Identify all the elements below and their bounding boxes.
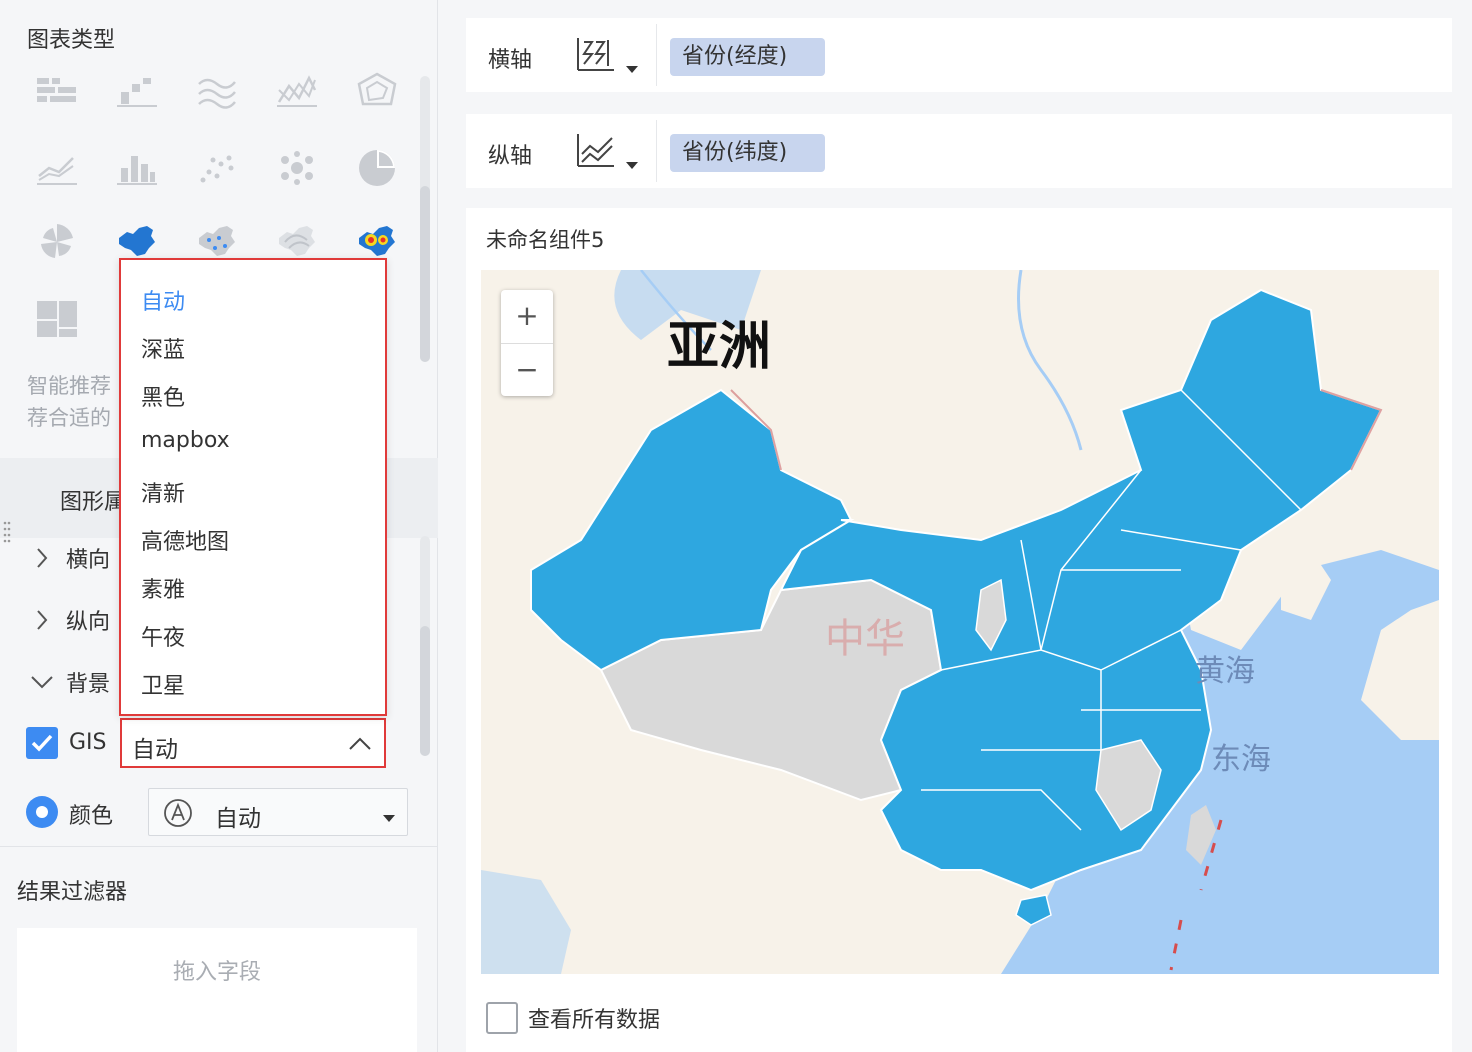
dropdown-option-auto[interactable]: 自动 xyxy=(141,284,185,316)
map-label-east-sea: 东海 xyxy=(1211,742,1271,777)
map-canvas xyxy=(481,270,1439,974)
chart-type-title: 图表类型 xyxy=(27,28,116,53)
color-label: 颜色 xyxy=(69,804,114,829)
column-chart-icon[interactable] xyxy=(115,146,159,190)
tab-graphic-properties[interactable]: 图形属 xyxy=(60,484,126,516)
accordion-background-label: 背景 xyxy=(66,672,111,697)
result-filter-title: 结果过滤器 xyxy=(17,880,128,905)
zoom-in-button[interactable]: + xyxy=(501,290,553,342)
gis-style-select[interactable]: 自动 xyxy=(120,718,386,768)
gis-checkbox[interactable] xyxy=(26,727,58,759)
map-label-yellow-sea: 黄海 xyxy=(1195,654,1255,689)
map-label-china: 中华 xyxy=(825,616,905,662)
accordion-horizontal[interactable]: 横向 xyxy=(26,538,110,578)
dropdown-option-black[interactable]: 黑色 xyxy=(141,380,185,412)
component-title: 未命名组件5 xyxy=(486,228,605,252)
accordion-vertical-label: 纵向 xyxy=(66,610,111,635)
color-radio[interactable] xyxy=(26,796,58,828)
multi-column-bar-icon[interactable] xyxy=(35,70,79,114)
dropdown-option-midnight[interactable]: 午夜 xyxy=(141,620,185,652)
line-chart-icon[interactable] xyxy=(35,146,79,190)
smart-recommend-hint: 智能推荐 xyxy=(27,374,111,398)
chart-type-scrollbar-thumb[interactable] xyxy=(420,186,430,362)
gis-style-value: 自动 xyxy=(132,737,178,763)
accordion-background[interactable]: 背景 xyxy=(26,662,110,702)
dropdown-option-deep-blue[interactable]: 深蓝 xyxy=(141,332,185,364)
accordion-horizontal-label: 横向 xyxy=(66,548,111,573)
view-all-checkbox[interactable] xyxy=(486,1002,518,1034)
map-zoom-control: + − xyxy=(501,290,553,396)
x-axis-type-icon[interactable] xyxy=(574,34,616,76)
chevron-right-icon xyxy=(37,610,48,630)
x-axis-row: 横轴 省份(经度) xyxy=(466,18,1452,92)
separator xyxy=(656,24,657,86)
zoom-out-button[interactable]: − xyxy=(501,344,553,396)
map-label-asia: 亚洲 xyxy=(667,317,772,377)
gis-label: GIS xyxy=(69,730,107,755)
smart-recommend-hint-2: 荐合适的 xyxy=(27,406,111,430)
chevron-right-icon xyxy=(37,548,48,568)
rose-pie-icon[interactable] xyxy=(35,220,79,264)
chevron-up-icon xyxy=(349,737,371,750)
view-all-data-toggle[interactable]: 查看所有数据 xyxy=(486,1002,660,1034)
view-all-label: 查看所有数据 xyxy=(528,1008,661,1033)
dropzone-text: 拖入字段 xyxy=(172,960,261,985)
chart-card: 未命名组件5 + − 亚洲 中华 黄海 东海 查看所有数据 xyxy=(466,208,1452,1052)
y-axis-row: 纵轴 省份(纬度) xyxy=(466,114,1452,188)
dropdown-option-amap[interactable]: 高德地图 xyxy=(141,524,229,556)
dropdown-option-satellite[interactable]: 卫星 xyxy=(141,668,185,700)
dropdown-option-fresh[interactable]: 清新 xyxy=(141,476,185,508)
color-select[interactable]: 自动 xyxy=(148,788,408,836)
y-axis-label: 纵轴 xyxy=(488,144,533,169)
pie-icon[interactable] xyxy=(355,146,399,190)
divider xyxy=(0,846,438,847)
auto-color-icon xyxy=(164,799,192,827)
caret-down-icon[interactable] xyxy=(626,162,638,169)
scatter-icon[interactable] xyxy=(195,146,239,190)
caret-down-icon xyxy=(383,815,395,822)
property-scrollbar-thumb[interactable] xyxy=(420,626,430,756)
grouped-bar-icon[interactable] xyxy=(115,70,159,114)
check-icon xyxy=(31,734,53,752)
dropdown-option-elegant[interactable]: 素雅 xyxy=(141,572,185,604)
gis-map[interactable]: + − 亚洲 中华 黄海 东海 xyxy=(481,270,1439,974)
drag-handle-icon[interactable] xyxy=(3,520,11,546)
x-axis-field-pill[interactable]: 省份(经度) xyxy=(670,38,826,76)
area-wave-icon[interactable] xyxy=(195,70,239,114)
accordion-vertical[interactable]: 纵向 xyxy=(26,600,110,640)
radar-icon[interactable] xyxy=(355,70,399,114)
treemap-icon[interactable] xyxy=(35,297,79,341)
polyline-icon[interactable] xyxy=(275,70,319,114)
y-axis-field-pill[interactable]: 省份(纬度) xyxy=(670,134,826,172)
x-axis-label: 横轴 xyxy=(488,48,533,73)
color-select-value: 自动 xyxy=(215,806,261,832)
caret-down-icon[interactable] xyxy=(626,66,638,73)
gis-style-dropdown: 自动 深蓝 黑色 mapbox 清新 高德地图 素雅 午夜 卫星 xyxy=(119,258,387,716)
filter-dropzone[interactable]: 拖入字段 xyxy=(17,928,417,1052)
dropdown-option-mapbox[interactable]: mapbox xyxy=(141,428,230,453)
separator xyxy=(656,120,657,182)
bubble-icon[interactable] xyxy=(275,146,319,190)
y-axis-type-icon[interactable] xyxy=(574,130,616,172)
chevron-down-icon xyxy=(31,676,53,689)
